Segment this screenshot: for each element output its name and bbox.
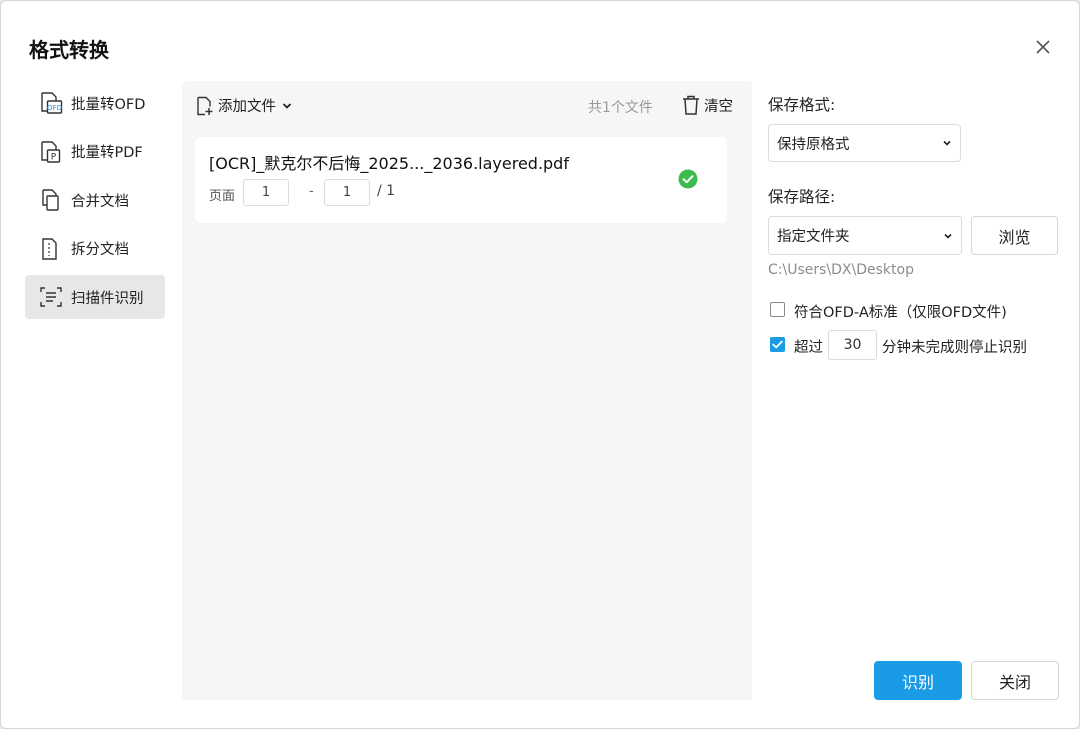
- clear-label: 清空: [704, 98, 733, 115]
- format-convert-dialog: 格式转换 OFD 批量转OFD P 批量转PDF 合并文档 拆分文档 扫描件识别…: [0, 0, 1080, 729]
- split-document-icon: [38, 236, 64, 262]
- svg-text:OFD: OFD: [47, 104, 62, 112]
- add-file-label: 添加文件: [218, 99, 276, 115]
- browse-button[interactable]: 浏览: [971, 216, 1058, 255]
- chevron-down-icon: [944, 233, 952, 239]
- sidebar-item-label: 合并文档: [71, 193, 129, 210]
- chevron-down-icon: [282, 102, 292, 109]
- checkmark-icon: [772, 340, 783, 349]
- sidebar-item-label: 扫描件识别: [71, 290, 144, 307]
- recognize-button[interactable]: 识别: [874, 661, 962, 700]
- clear-button[interactable]: 清空: [681, 94, 733, 116]
- save-format-select[interactable]: 保持原格式: [768, 124, 961, 162]
- page-to-input[interactable]: [324, 179, 370, 206]
- sidebar-item-split[interactable]: 拆分文档: [25, 227, 165, 271]
- add-file-button[interactable]: 添加文件: [196, 95, 293, 116]
- sidebar-item-label: 批量转PDF: [71, 145, 143, 161]
- save-path-select[interactable]: 指定文件夹: [768, 216, 962, 255]
- ofd-convert-icon: OFD: [38, 90, 64, 116]
- sidebar-item-label: 批量转OFD: [71, 96, 146, 113]
- sidebar-item-merge[interactable]: 合并文档: [25, 178, 165, 222]
- dialog-title: 格式转换: [29, 38, 109, 62]
- sidebar-item-label: 拆分文档: [71, 242, 129, 258]
- ofd-a-checkbox[interactable]: [770, 302, 785, 317]
- timeout-suffix: 分钟未完成则停止识别: [882, 340, 1027, 356]
- save-format-label: 保存格式:: [768, 96, 836, 114]
- timeout-minutes-input[interactable]: [828, 330, 877, 360]
- file-item[interactable]: [OCR]_默克尔不后悔_2025..._2036.layered.pdf 页面…: [195, 137, 727, 223]
- timeout-checkbox[interactable]: [770, 337, 785, 352]
- page-from-input[interactable]: [243, 179, 289, 206]
- add-file-icon: [197, 96, 213, 115]
- file-list-panel: 添加文件 共1个文件 清空 [OCR]_默克尔不后悔_2025..._2036.…: [182, 81, 752, 700]
- save-path-value: 指定文件夹: [777, 229, 850, 245]
- pdf-convert-icon: P: [38, 139, 64, 165]
- svg-text:P: P: [51, 152, 57, 162]
- save-format-value: 保持原格式: [777, 136, 850, 153]
- save-path-text: C:\Users\DX\Desktop: [768, 262, 914, 278]
- pages-label: 页面: [209, 189, 236, 204]
- chevron-down-icon: [943, 140, 951, 146]
- file-name: [OCR]_默克尔不后悔_2025..._2036.layered.pdf: [209, 154, 569, 173]
- sidebar-item-ofd[interactable]: OFD 批量转OFD: [25, 81, 165, 125]
- success-check-icon: [678, 169, 698, 189]
- trash-icon: [683, 95, 699, 115]
- ofd-a-label: 符合OFD-A标准（仅限OFD文件): [794, 305, 1007, 321]
- file-count: 共1个文件: [588, 100, 653, 116]
- save-path-label: 保存路径:: [768, 188, 836, 206]
- sidebar-item-scan-recognize[interactable]: 扫描件识别: [25, 275, 165, 319]
- timeout-prefix: 超过: [794, 340, 823, 356]
- sidebar-item-pdf[interactable]: P 批量转PDF: [25, 130, 165, 174]
- merge-document-icon: [38, 187, 64, 213]
- scan-recognize-icon: [38, 284, 64, 310]
- page-total: / 1: [377, 183, 396, 199]
- close-icon[interactable]: [1032, 36, 1054, 58]
- sidebar: OFD 批量转OFD P 批量转PDF 合并文档 拆分文档 扫描件识别: [25, 81, 165, 324]
- close-button[interactable]: 关闭: [971, 661, 1059, 700]
